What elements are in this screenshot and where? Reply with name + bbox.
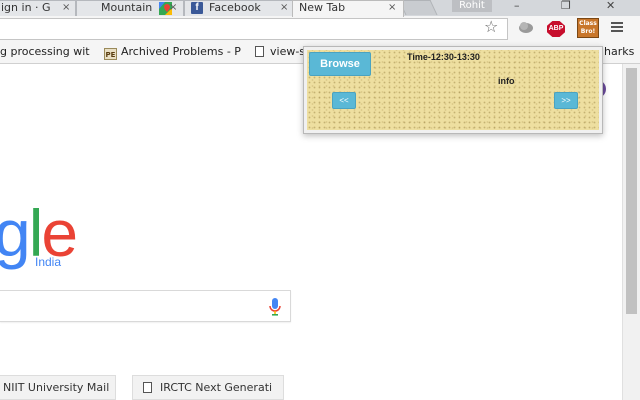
bookmark-label: harks (604, 45, 635, 58)
new-tab-button[interactable] (398, 0, 438, 15)
tab-label: ign in · G (1, 1, 51, 14)
page-icon (143, 382, 152, 393)
browse-button[interactable]: Browse (309, 52, 371, 76)
tab-sign-in[interactable]: ign in · G × (0, 0, 76, 16)
address-bar[interactable] (0, 18, 508, 40)
maximize-icon[interactable]: ❐ (561, 0, 571, 12)
project-euler-icon: PE (104, 48, 117, 60)
bookmark-label: g processing wit (0, 45, 90, 58)
scrollbar[interactable] (622, 64, 640, 400)
most-visited-tile[interactable]: IRCTC Next Generati (132, 375, 284, 400)
logo-subtitle: India (35, 255, 62, 269)
bookmark-star-icon[interactable]: ☆ (484, 19, 498, 35)
previous-button[interactable]: << (332, 92, 356, 109)
minimize-icon[interactable]: – (514, 0, 520, 12)
scrollbar-thumb[interactable] (626, 68, 637, 314)
bookmark-item[interactable]: PE Archived Problems - P (104, 45, 241, 60)
class-bro-extension-icon[interactable]: Class Bro! (577, 18, 599, 38)
bookmark-label: Archived Problems - P (121, 45, 241, 58)
info-label: info (498, 76, 515, 86)
tab-new-tab[interactable]: New Tab × (292, 0, 404, 17)
logo-letter-g: g (0, 196, 31, 270)
toolbar: ☆ ABP Class Bro! (0, 16, 640, 43)
tab-strip: ign in · G × Mountain × f Facebook × New… (0, 0, 640, 17)
close-window-icon[interactable]: ✕ (606, 0, 615, 12)
bookmark-item[interactable]: g processing wit (0, 45, 90, 59)
most-visited-tile[interactable]: NIIT University Mail (0, 375, 116, 400)
bookmark-label: view-s (270, 45, 306, 58)
facebook-icon: f (191, 2, 203, 14)
adblock-plus-icon[interactable]: ABP (547, 21, 565, 37)
tab-mountain[interactable]: Mountain × (76, 0, 184, 16)
menu-icon[interactable] (611, 22, 623, 33)
bookmark-item[interactable]: harks (604, 45, 634, 59)
popup-body: Browse Time-12:30-13:30 info << >> (307, 50, 599, 130)
tab-close-icon[interactable]: × (388, 1, 396, 15)
microphone-icon[interactable] (268, 297, 282, 317)
tile-label: IRCTC Next Generati (160, 381, 273, 394)
tab-label: New Tab (299, 1, 346, 14)
tab-facebook[interactable]: f Facebook × (184, 0, 294, 16)
bookmark-item[interactable]: view-s (255, 45, 305, 59)
extension-popup: Browse Time-12:30-13:30 info << >> (303, 46, 603, 134)
tab-close-icon[interactable]: × (169, 1, 177, 15)
time-label: Time-12:30-13:30 (407, 52, 480, 62)
page-icon (255, 46, 264, 57)
extension-cloud-icon[interactable] (518, 20, 534, 34)
next-button[interactable]: >> (554, 92, 578, 109)
google-search-input[interactable] (0, 290, 291, 322)
profile-button[interactable]: Rohit (452, 0, 492, 12)
tab-label: Mountain (101, 1, 153, 14)
tile-label: NIIT University Mail (3, 381, 110, 394)
tab-label: Facebook (209, 1, 261, 14)
tab-close-icon[interactable]: × (280, 1, 288, 15)
tab-close-icon[interactable]: × (62, 1, 70, 15)
